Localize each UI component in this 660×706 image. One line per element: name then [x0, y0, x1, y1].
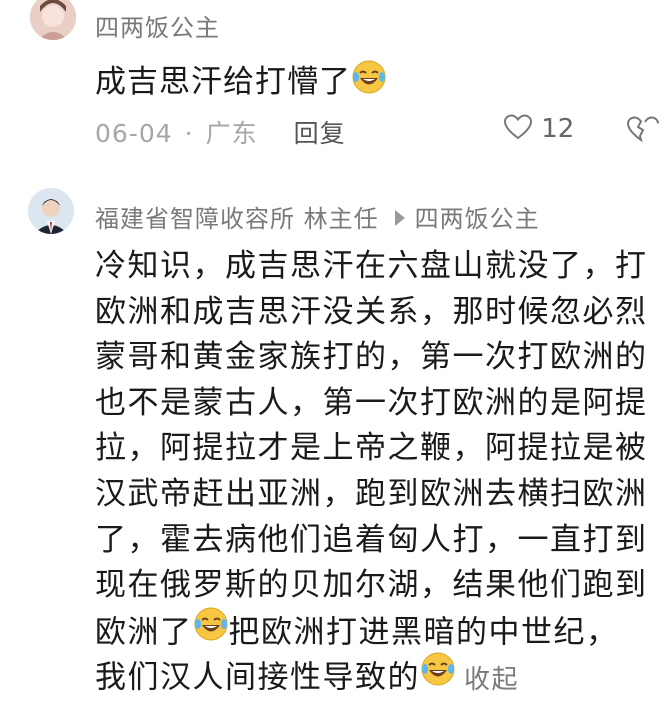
- comment1-text: 成吉思汗给打懵了: [95, 56, 387, 106]
- comment2-username[interactable]: 福建省智障收容所 林主任: [95, 205, 379, 233]
- comment1-date: 06-04: [95, 119, 173, 148]
- comment2-line: 冷知识，成吉思汗在六盘山就没了，打: [95, 248, 648, 284]
- comment2-text: 冷知识，成吉思汗在六盘山就没了，打 欧洲和成吉思汗没关系，那时候忽必烈 蒙哥和黄…: [95, 244, 660, 700]
- comment1-meta: 06-04 · 广东 回复: [95, 114, 346, 150]
- avatar-user2[interactable]: [28, 188, 74, 234]
- comment2-line: 也不是蒙古人，第一次打欧洲的是阿提: [95, 384, 648, 421]
- reply-button[interactable]: 回复: [294, 119, 346, 148]
- comment2-line: 拉，阿提拉才是上帝之鞭，阿提拉是被: [95, 430, 648, 467]
- comment2-line: 现在俄罗斯的贝加尔湖，结果他们跑到: [95, 567, 648, 604]
- comment2-line: 蒙哥和黄金家族打的，第一次打欧洲的: [95, 339, 648, 376]
- comment2-line: 汉武帝赶出亚洲，跑到欧洲去横扫欧洲: [95, 475, 648, 512]
- like-count: 12: [541, 114, 575, 144]
- dislike-button[interactable]: [626, 114, 660, 148]
- laughing-crying-emoji-icon: [351, 59, 387, 103]
- comment2-header: 福建省智障收容所 林主任 四两饭公主: [95, 199, 540, 234]
- comment2-reply-to[interactable]: 四两饭公主: [415, 205, 540, 233]
- comment1-location: 广东: [205, 119, 258, 148]
- laughing-crying-emoji-icon: [193, 606, 229, 656]
- comment2-line9-part1: 欧洲了: [95, 614, 193, 651]
- collapse-button[interactable]: 收起: [464, 665, 519, 695]
- comment2-line9-part2: 把欧洲打进黑暗的中世纪，: [228, 614, 619, 651]
- comment1-username[interactable]: 四两饭公主: [95, 8, 220, 43]
- heart-outline-icon: [503, 113, 533, 139]
- comment2-line: 了，霍去病他们追着匈人打，一直打到: [95, 521, 648, 558]
- avatar-portrait-icon: [30, 0, 76, 40]
- comment1-text-content: 成吉思汗给打懵了: [95, 64, 351, 100]
- laughing-crying-emoji-icon: [420, 651, 456, 701]
- comment2-line: 欧洲了 把欧洲打进黑暗的中世纪，: [95, 606, 660, 656]
- comment2-line10: 我们汉人间接性导致的: [95, 659, 420, 696]
- broken-heart-icon: [626, 116, 659, 143]
- reply-arrow-icon: [394, 210, 405, 226]
- meta-separator: ·: [184, 119, 194, 148]
- comment2-line: 我们汉人间接性导致的 收起: [95, 651, 660, 701]
- avatar-user1[interactable]: [30, 0, 76, 40]
- avatar-portrait-icon: [28, 188, 74, 234]
- comment2-line: 欧洲和成吉思汗没关系，那时候忽必烈: [95, 293, 648, 330]
- like-button[interactable]: 12: [503, 113, 575, 144]
